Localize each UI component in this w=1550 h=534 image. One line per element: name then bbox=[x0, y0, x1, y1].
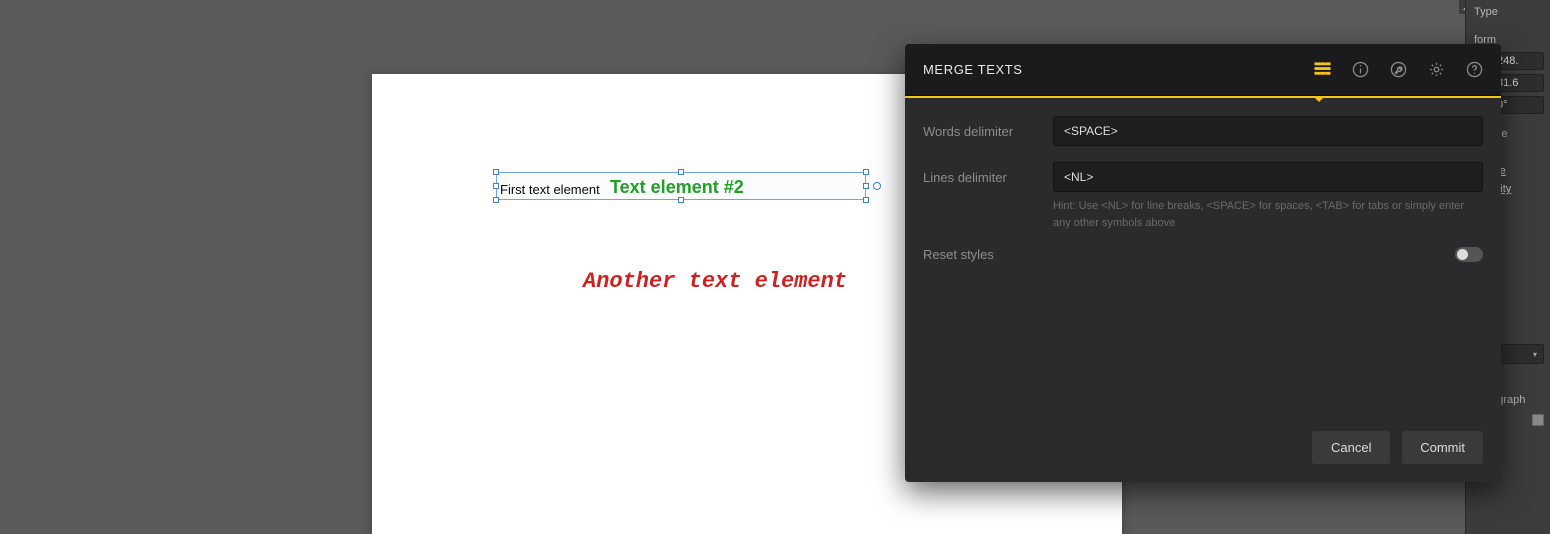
reset-styles-label: Reset styles bbox=[923, 247, 994, 262]
cancel-button[interactable]: Cancel bbox=[1312, 431, 1390, 464]
dialog-header: MERGE TEXTS bbox=[905, 44, 1501, 96]
panel-section-type: Type bbox=[1466, 0, 1550, 22]
commit-button[interactable]: Commit bbox=[1402, 431, 1483, 464]
info-icon[interactable] bbox=[1351, 61, 1369, 79]
resize-handle-sw[interactable] bbox=[493, 197, 499, 203]
dialog-title: MERGE TEXTS bbox=[923, 62, 1023, 77]
words-delimiter-row: Words delimiter bbox=[923, 116, 1483, 146]
lines-delimiter-input[interactable] bbox=[1053, 162, 1483, 192]
merge-texts-dialog: MERGE TEXTS Words delimiter bbox=[905, 44, 1501, 482]
wrench-icon[interactable] bbox=[1389, 61, 1407, 79]
rotate-handle[interactable] bbox=[873, 182, 881, 190]
help-icon[interactable] bbox=[1465, 61, 1483, 79]
canvas-text-3[interactable]: Another text element bbox=[583, 269, 847, 294]
words-delimiter-label: Words delimiter bbox=[923, 124, 1053, 139]
paragraph-swatch[interactable] bbox=[1532, 414, 1544, 426]
resize-handle-w[interactable] bbox=[493, 183, 499, 189]
dialog-footer: Cancel Commit bbox=[905, 417, 1501, 482]
resize-handle-nw[interactable] bbox=[493, 169, 499, 175]
reset-styles-toggle[interactable] bbox=[1455, 247, 1483, 262]
lines-delimiter-row: Lines delimiter bbox=[923, 162, 1483, 192]
resize-handle-s[interactable] bbox=[678, 197, 684, 203]
selection-bounding-box[interactable] bbox=[496, 172, 866, 200]
dialog-header-icons bbox=[1313, 61, 1483, 79]
delimiter-hint: Hint: Use <NL> for line breaks, <SPACE> … bbox=[1053, 198, 1483, 231]
resize-handle-n[interactable] bbox=[678, 169, 684, 175]
reset-styles-row: Reset styles bbox=[923, 247, 1483, 262]
dialog-body: Words delimiter Lines delimiter Hint: Us… bbox=[905, 98, 1501, 417]
resize-handle-e[interactable] bbox=[863, 183, 869, 189]
resize-handle-ne[interactable] bbox=[863, 169, 869, 175]
dialog-tab-pointer bbox=[1313, 96, 1325, 102]
resize-handle-se[interactable] bbox=[863, 197, 869, 203]
gear-icon[interactable] bbox=[1427, 61, 1445, 79]
merge-settings-icon[interactable] bbox=[1313, 61, 1331, 79]
words-delimiter-input[interactable] bbox=[1053, 116, 1483, 146]
chevron-down-icon: ▾ bbox=[1533, 350, 1537, 359]
lines-delimiter-label: Lines delimiter bbox=[923, 170, 1053, 185]
